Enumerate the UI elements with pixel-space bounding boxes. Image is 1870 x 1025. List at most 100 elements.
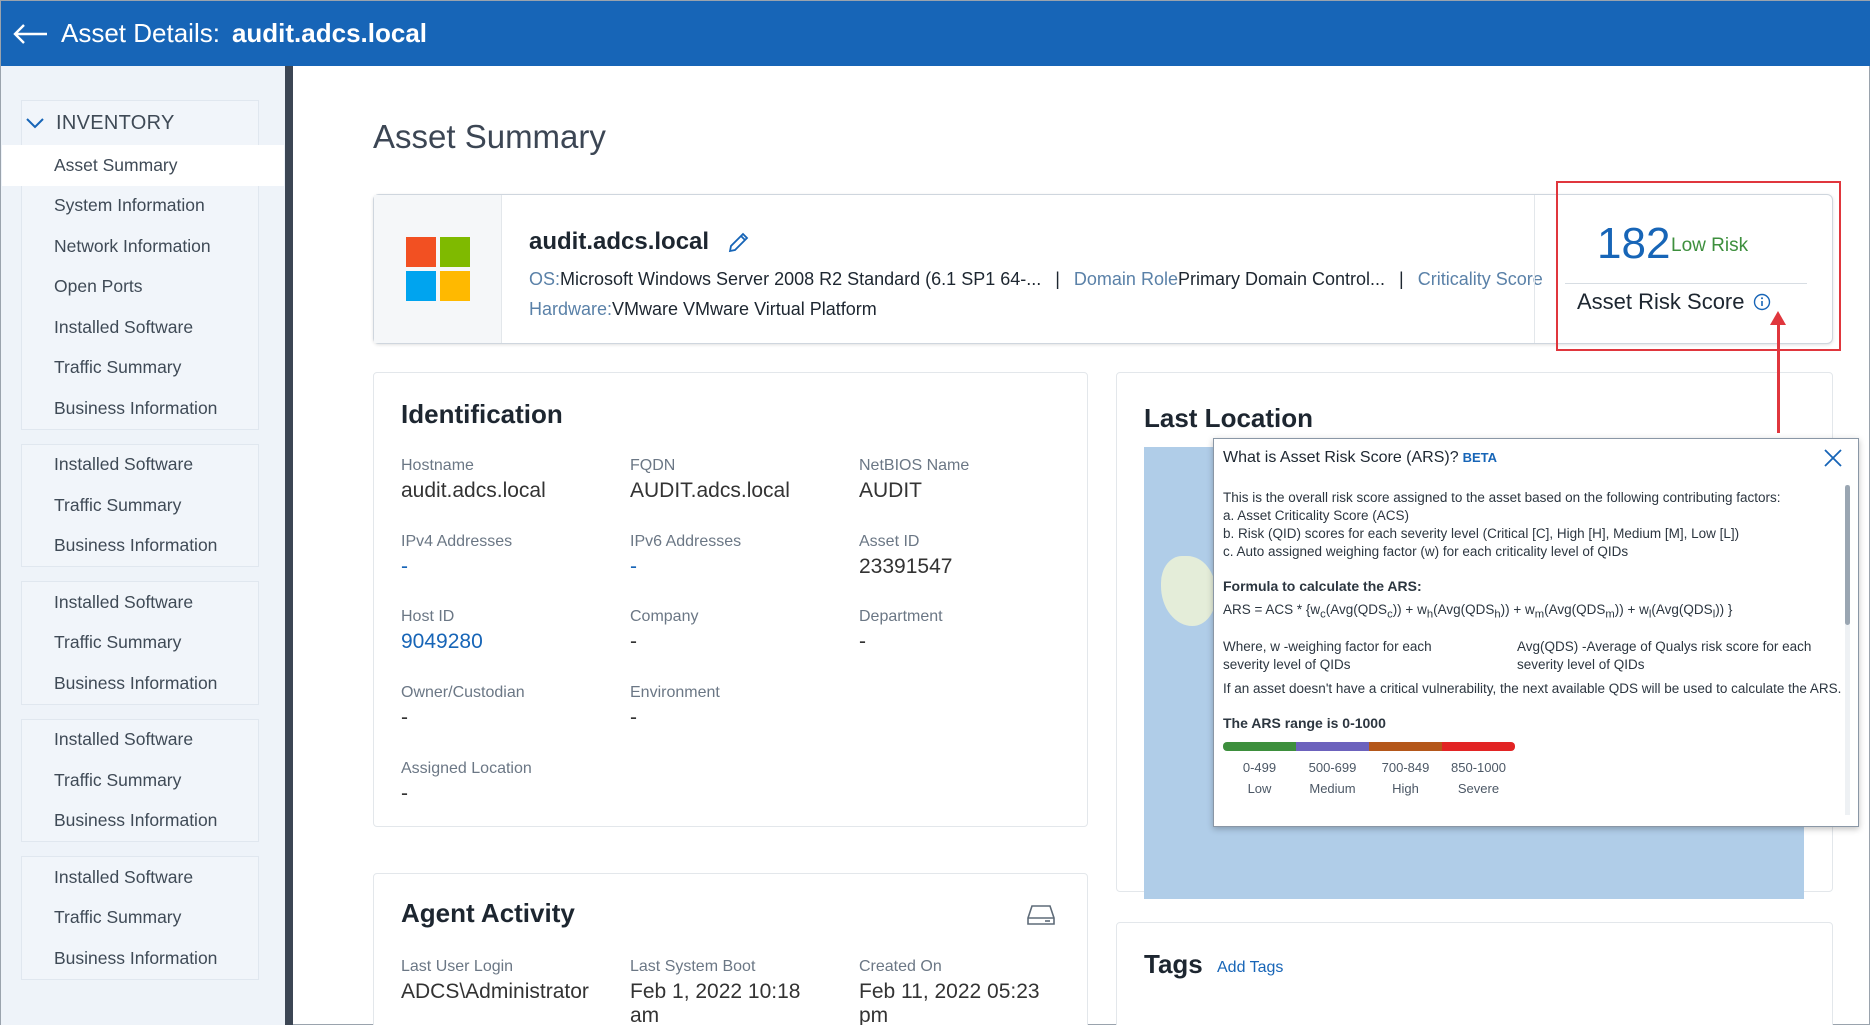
beta-badge: BETA [1462,450,1498,465]
field-value: AUDIT.adcs.local [630,479,790,502]
back-arrow-icon[interactable] [1,1,61,66]
field-value: - [859,630,866,653]
field-label: Last User Login [401,958,514,975]
popover-note: If an asset doesn't have a critical vuln… [1223,680,1842,696]
highlight-arrow-head [1770,311,1786,325]
popover-scrollbar[interactable] [1845,485,1850,815]
field-value[interactable]: - [630,555,741,579]
range-severe: 850-1000 Severe [1442,757,1515,799]
field-created-on: Created On Feb 11, 2022 05:23 pm [859,958,1059,1025]
sidebar-group-repeat-3: Installed Software Traffic Summary Busin… [21,718,259,842]
domain-role-label: Domain Role [1073,269,1178,289]
sidebar-item-business-information[interactable]: Business Information [22,388,258,429]
last-location-title: Last Location [1144,403,1314,433]
sidebar-item-business-information[interactable]: Business Information [22,663,258,704]
criticality-score-label[interactable]: Criticality Score [1418,269,1543,290]
sidebar-item-installed-software[interactable]: Installed Software [22,720,258,761]
formula-lead: ARS = ACS * { [1223,602,1311,617]
field-label: NetBIOS Name [859,457,970,474]
page-title: Asset Summary [373,118,606,155]
sidebar-group-repeat-2: Installed Software Traffic Summary Busin… [21,581,259,705]
sidebar-item-installed-software[interactable]: Installed Software [22,582,258,623]
field-label: IPv4 Addresses [401,533,513,550]
field-environment: Environment - [630,684,720,730]
popover-body: This is the overall risk score assigned … [1223,489,1843,799]
popover-intro: This is the overall risk score assigned … [1223,490,1781,505]
sidebar-item-business-information[interactable]: Business Information [22,801,258,842]
sidebar-item-business-information[interactable]: Business Information [22,938,258,979]
sidebar-item-business-information[interactable]: Business Information [22,526,258,567]
separator: | [1399,269,1404,289]
sidebar-item-installed-software[interactable]: Installed Software [22,445,258,486]
range-low: 0-499 Low [1223,757,1296,799]
ars-info-popover: What is Asset Risk Score (ARS)? BETA This… [1213,438,1859,827]
field-value: - [630,630,637,653]
header-bar: Asset Details: audit.adcs.local [1,1,1870,66]
add-tags-link[interactable]: Add Tags [1217,959,1283,977]
sidebar-item-traffic-summary[interactable]: Traffic Summary [22,485,258,526]
close-icon[interactable] [1822,447,1844,469]
popover-factor: a. Asset Criticality Score (ACS) [1223,508,1410,523]
field-value: audit.adcs.local [401,479,546,502]
avg-definition: Avg(QDS) -Average of Qualys risk score f… [1517,638,1812,672]
range-label: Medium [1309,780,1356,796]
sidebar-item-installed-software[interactable]: Installed Software [22,307,258,348]
page-header-title: Asset Details: audit.adcs.local [61,18,427,49]
edit-pencil-icon[interactable] [727,230,751,254]
field-label: Department [859,608,943,625]
field-value: Feb 1, 2022 10:18 am [630,980,801,1025]
hard-drive-icon[interactable] [1027,904,1055,926]
field-value: Feb 11, 2022 05:23 pm [859,980,1040,1025]
asset-hardware-row: Hardware:VMware VMware Virtual Platform [529,299,877,320]
field-asset-id: Asset ID 23391547 [859,533,952,579]
sidebar-item-traffic-summary[interactable]: Traffic Summary [22,623,258,664]
asset-name-text: audit.adcs.local [529,228,710,255]
sidebar: INVENTORY Asset Summary System Informati… [1,66,293,1025]
range-value: 700-849 [1381,759,1430,775]
range-value: 0-499 [1242,759,1277,775]
asset-name: audit.adcs.local [529,228,751,256]
os-tile [374,195,502,343]
field-label: Last System Boot [630,958,756,975]
field-value[interactable]: - [401,555,512,579]
sidebar-item-system-information[interactable]: System Information [22,186,258,227]
ars-range-bar [1223,741,1515,751]
field-last-system-boot: Last System Boot Feb 1, 2022 10:18 am [630,958,820,1025]
hardware-value: VMware VMware Virtual Platform [612,299,877,319]
tags-card: Tags Add Tags [1116,922,1833,1025]
sidebar-item-traffic-summary[interactable]: Traffic Summary [22,898,258,939]
range-value: 500-699 [1308,759,1357,775]
header-host-name: audit.adcs.local [231,18,428,48]
field-label: Owner/Custodian [401,684,525,701]
field-fqdn: FQDN AUDIT.adcs.local [630,457,790,503]
sidebar-item-traffic-summary[interactable]: Traffic Summary [22,348,258,389]
range-high: 700-849 High [1369,757,1442,799]
sidebar-item-network-information[interactable]: Network Information [22,226,258,267]
range-label: Severe [1457,780,1500,796]
field-owner: Owner/Custodian - [401,684,525,730]
field-ipv4: IPv4 Addresses - [401,533,512,579]
tags-title: Tags [1144,949,1203,979]
field-last-user-login: Last User Login ADCS\Administrator [401,958,589,1004]
sidebar-item-installed-software[interactable]: Installed Software [22,857,258,898]
chevron-down-icon [26,118,44,129]
separator: | [1055,269,1060,289]
field-value[interactable]: 9049280 [401,630,483,654]
sidebar-item-asset-summary[interactable]: Asset Summary [2,145,284,186]
formula-text: ARS = ACS * {wc(Avg(QDSc)) + wh(Avg(QDSh… [1223,602,1733,621]
range-labels: 0-499 Low 500-699 Medium 700-849 High 850-1… [1223,757,1515,799]
field-department: Department - [859,608,943,654]
sidebar-group-repeat-1: Installed Software Traffic Summary Busin… [21,443,259,567]
sidebar-item-open-ports[interactable]: Open Ports [22,267,258,308]
header-title-label: Asset Details: [61,18,220,48]
sidebar-item-traffic-summary[interactable]: Traffic Summary [22,760,258,801]
field-assigned-location: Assigned Location - [401,760,532,806]
field-netbios: NetBIOS Name AUDIT [859,457,969,503]
popover-title: What is Asset Risk Score (ARS)? BETA [1223,449,1497,467]
range-severe-segment [1442,741,1515,751]
range-high-segment [1369,741,1442,751]
formula-legend: Where, w -weighing factor for each sever… [1223,638,1843,674]
sidebar-section-label: INVENTORY [56,111,175,134]
highlight-arrow-line [1777,321,1780,433]
sidebar-section-inventory[interactable]: INVENTORY [22,101,258,145]
